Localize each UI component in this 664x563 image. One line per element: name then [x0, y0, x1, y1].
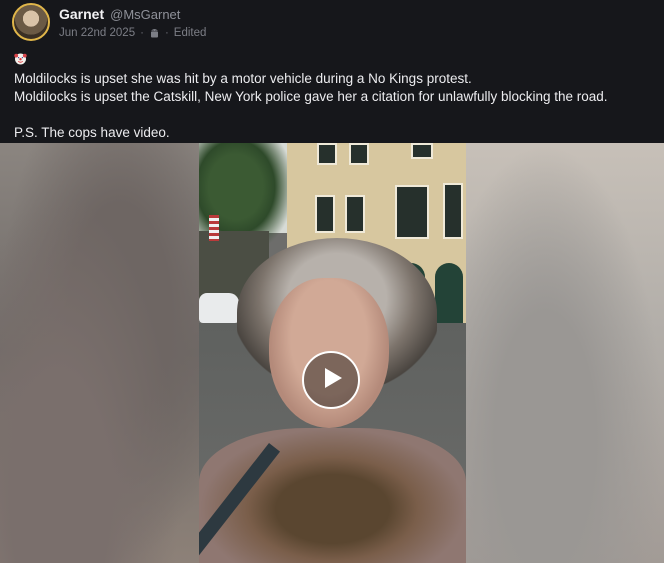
video-media[interactable]	[0, 143, 664, 563]
meta-separator: ·	[140, 27, 144, 39]
post-text-line: Moldilocks is upset she was hit by a mot…	[14, 71, 472, 86]
post-body: Moldilocks is upset she was hit by a mot…	[14, 52, 654, 142]
author-avatar[interactable]	[12, 3, 50, 41]
post-text-line: Moldilocks is upset the Catskill, New Yo…	[14, 89, 608, 104]
video-blur-background-right	[466, 143, 664, 563]
author-display-name[interactable]: Garnet	[59, 6, 104, 22]
android-icon	[149, 28, 160, 39]
post-meta-row: Jun 22nd 2025 · · Edited	[59, 27, 206, 39]
author-meta: Garnet @MsGarnet Jun 22nd 2025 · · Edite…	[59, 6, 206, 39]
post-date[interactable]: Jun 22nd 2025	[59, 27, 135, 39]
post-text-line: P.S. The cops have video.	[14, 125, 170, 140]
author-name-row: Garnet @MsGarnet	[59, 6, 206, 22]
building-window	[317, 143, 337, 165]
building-window	[443, 183, 463, 239]
video-blur-background-left	[0, 143, 199, 563]
clown-face-icon	[14, 52, 27, 65]
play-button[interactable]	[302, 351, 360, 409]
author-handle[interactable]: @MsGarnet	[110, 7, 180, 22]
thumbnail-car	[199, 293, 239, 323]
building-window	[349, 143, 369, 165]
building-window	[411, 143, 433, 159]
play-icon	[319, 367, 343, 394]
edited-label[interactable]: Edited	[174, 27, 207, 39]
building-window	[345, 195, 365, 233]
building-window	[315, 195, 335, 233]
post-card: Garnet @MsGarnet Jun 22nd 2025 · · Edite…	[0, 0, 664, 563]
thumbnail-flag	[209, 215, 219, 241]
meta-separator: ·	[164, 27, 169, 39]
building-window	[395, 185, 429, 239]
video-thumbnail[interactable]	[199, 143, 466, 563]
post-header: Garnet @MsGarnet Jun 22nd 2025 · · Edite…	[12, 3, 206, 43]
